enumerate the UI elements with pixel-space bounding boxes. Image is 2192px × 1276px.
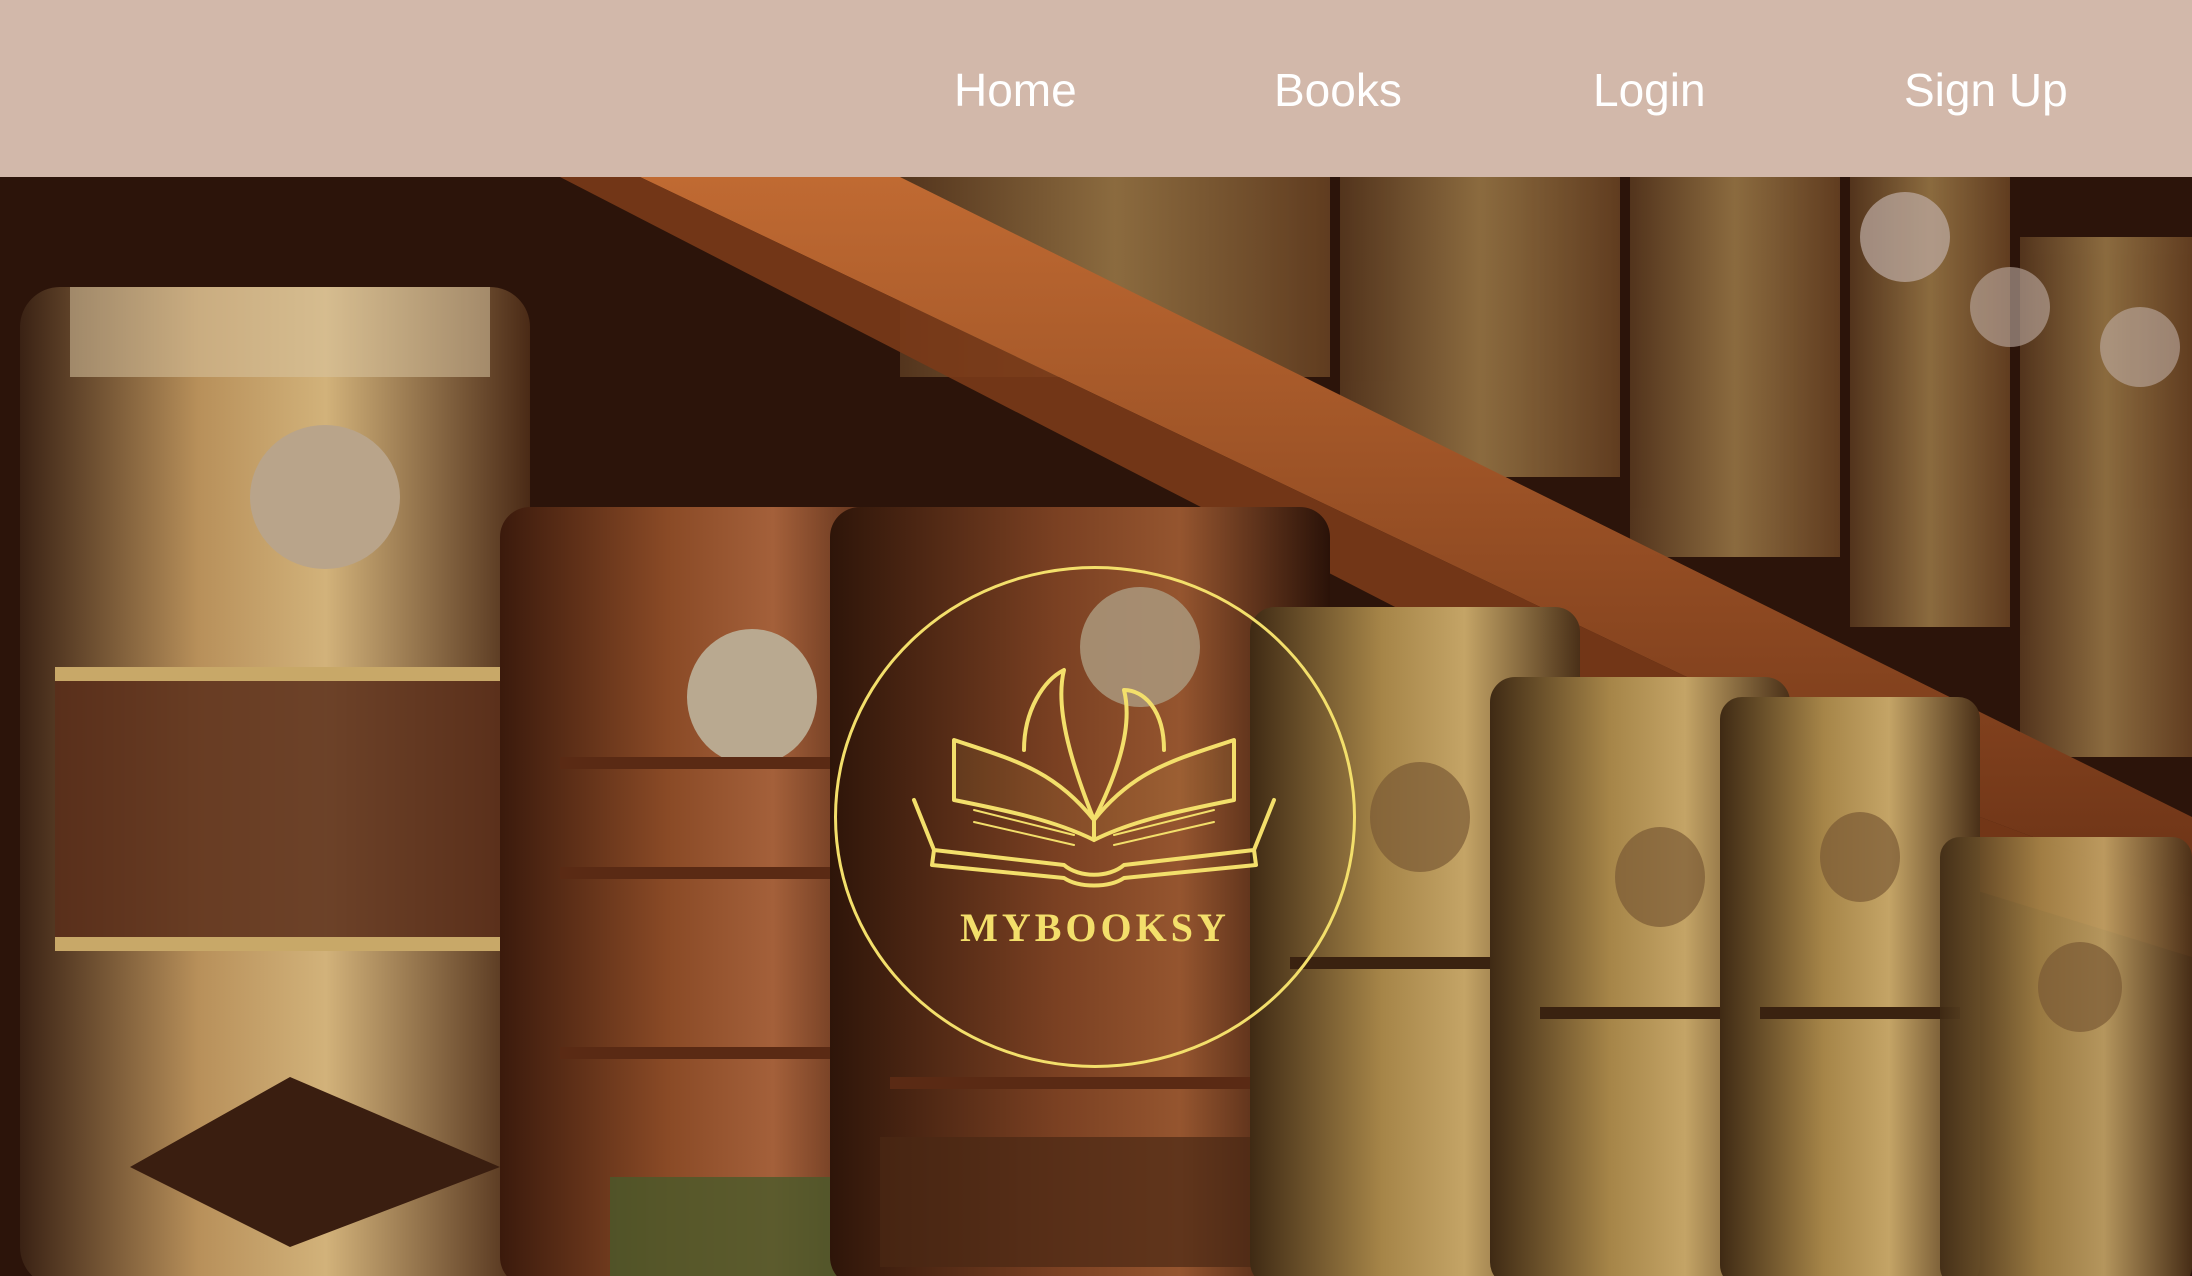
main-nav: Home Books Login Sign Up xyxy=(0,0,2192,177)
nav-signup-link[interactable]: Sign Up xyxy=(1904,60,2068,120)
nav-home-link[interactable]: Home xyxy=(954,60,1077,120)
nav-books-link[interactable]: Books xyxy=(1274,60,1402,120)
nav-login-link[interactable]: Login xyxy=(1593,60,1706,120)
logo-text: MYBOOKSY xyxy=(960,905,1230,950)
top-navbar: Home Books Login Sign Up xyxy=(0,0,2192,177)
mybooksy-logo[interactable]: MYBOOKSY xyxy=(834,566,1356,1068)
open-book-icon xyxy=(912,668,1276,888)
page: Home Books Login Sign Up MYBOOKSY xyxy=(0,0,2192,1276)
